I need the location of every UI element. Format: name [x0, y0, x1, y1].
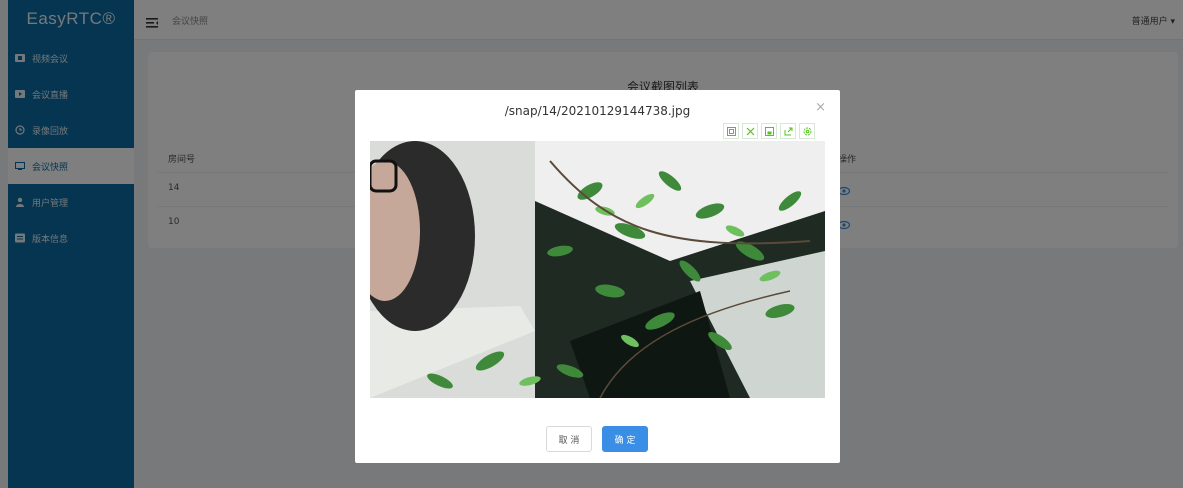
cancel-button[interactable]: 取 消: [546, 426, 592, 452]
close-icon[interactable]: ×: [815, 100, 826, 115]
fullscreen-icon[interactable]: [742, 123, 758, 139]
export-icon[interactable]: [780, 123, 796, 139]
zoom-in-icon[interactable]: [723, 123, 739, 139]
image-toolbar: [723, 123, 815, 139]
settings-icon[interactable]: [799, 123, 815, 139]
dialog-title: /snap/14/20210129144738.jpg: [504, 104, 691, 118]
confirm-button[interactable]: 确 定: [602, 426, 648, 452]
snapshot-image: [370, 141, 825, 398]
image-preview-dialog: /snap/14/20210129144738.jpg × 取 消 确 定: [355, 90, 840, 463]
save-icon[interactable]: [761, 123, 777, 139]
